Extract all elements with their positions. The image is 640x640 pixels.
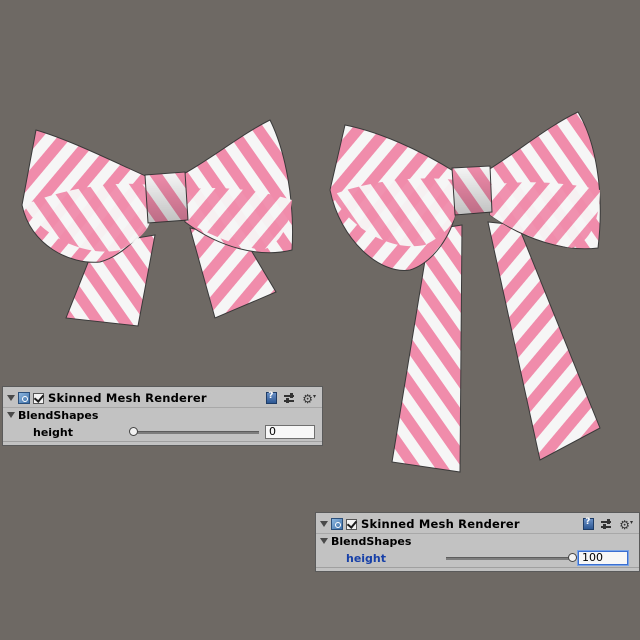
fold-triangle-icon[interactable]: [7, 395, 15, 401]
fold-triangle-icon[interactable]: [7, 412, 15, 418]
fold-triangle-icon[interactable]: [320, 521, 328, 527]
blendshape-row-height: height 0: [3, 423, 322, 441]
inspector-panel-after: Skinned Mesh Renderer ⚙▾ BlendShapes hei…: [315, 512, 640, 572]
property-label: height: [346, 551, 387, 565]
component-title: Skinned Mesh Renderer: [361, 517, 520, 531]
section-label: BlendShapes: [331, 534, 412, 548]
mesh-renderer-icon: [331, 518, 343, 530]
preset-icon[interactable]: [284, 392, 295, 404]
slider-track[interactable]: [446, 557, 572, 560]
blendshapes-foldout[interactable]: BlendShapes: [316, 532, 639, 550]
checkmark-icon: [346, 517, 358, 529]
slider-track[interactable]: [133, 431, 259, 434]
help-book-icon[interactable]: [266, 391, 278, 404]
inspector-panel-before: Skinned Mesh Renderer ⚙▾ BlendShapes hei…: [2, 386, 323, 446]
property-label: height: [33, 425, 74, 439]
gear-icon[interactable]: ⚙▾: [302, 391, 316, 405]
help-book-icon[interactable]: [583, 517, 595, 530]
height-value-field[interactable]: 0: [265, 425, 315, 439]
height-slider[interactable]: [446, 552, 577, 564]
bow-mesh-short: [21, 119, 293, 327]
next-row-partial: [316, 567, 639, 574]
section-label: BlendShapes: [18, 408, 99, 422]
checkmark-icon: [33, 391, 45, 403]
component-title: Skinned Mesh Renderer: [48, 391, 207, 405]
component-enabled-checkbox[interactable]: [33, 391, 45, 404]
slider-thumb[interactable]: [568, 553, 577, 562]
slider-thumb[interactable]: [129, 427, 138, 436]
next-row-partial: [3, 441, 322, 448]
bow-tail-long-right: [487, 221, 601, 461]
preset-icon[interactable]: [601, 518, 612, 530]
bow-mesh-long: [329, 111, 601, 473]
blendshape-row-height: height 100: [316, 549, 639, 567]
blendshapes-foldout[interactable]: BlendShapes: [3, 406, 322, 424]
mesh-renderer-icon: [18, 392, 30, 404]
gear-icon[interactable]: ⚙▾: [619, 517, 633, 531]
height-slider[interactable]: [129, 426, 259, 438]
component-enabled-checkbox[interactable]: [346, 517, 358, 530]
fold-triangle-icon[interactable]: [320, 538, 328, 544]
height-value-field[interactable]: 100: [578, 551, 628, 565]
